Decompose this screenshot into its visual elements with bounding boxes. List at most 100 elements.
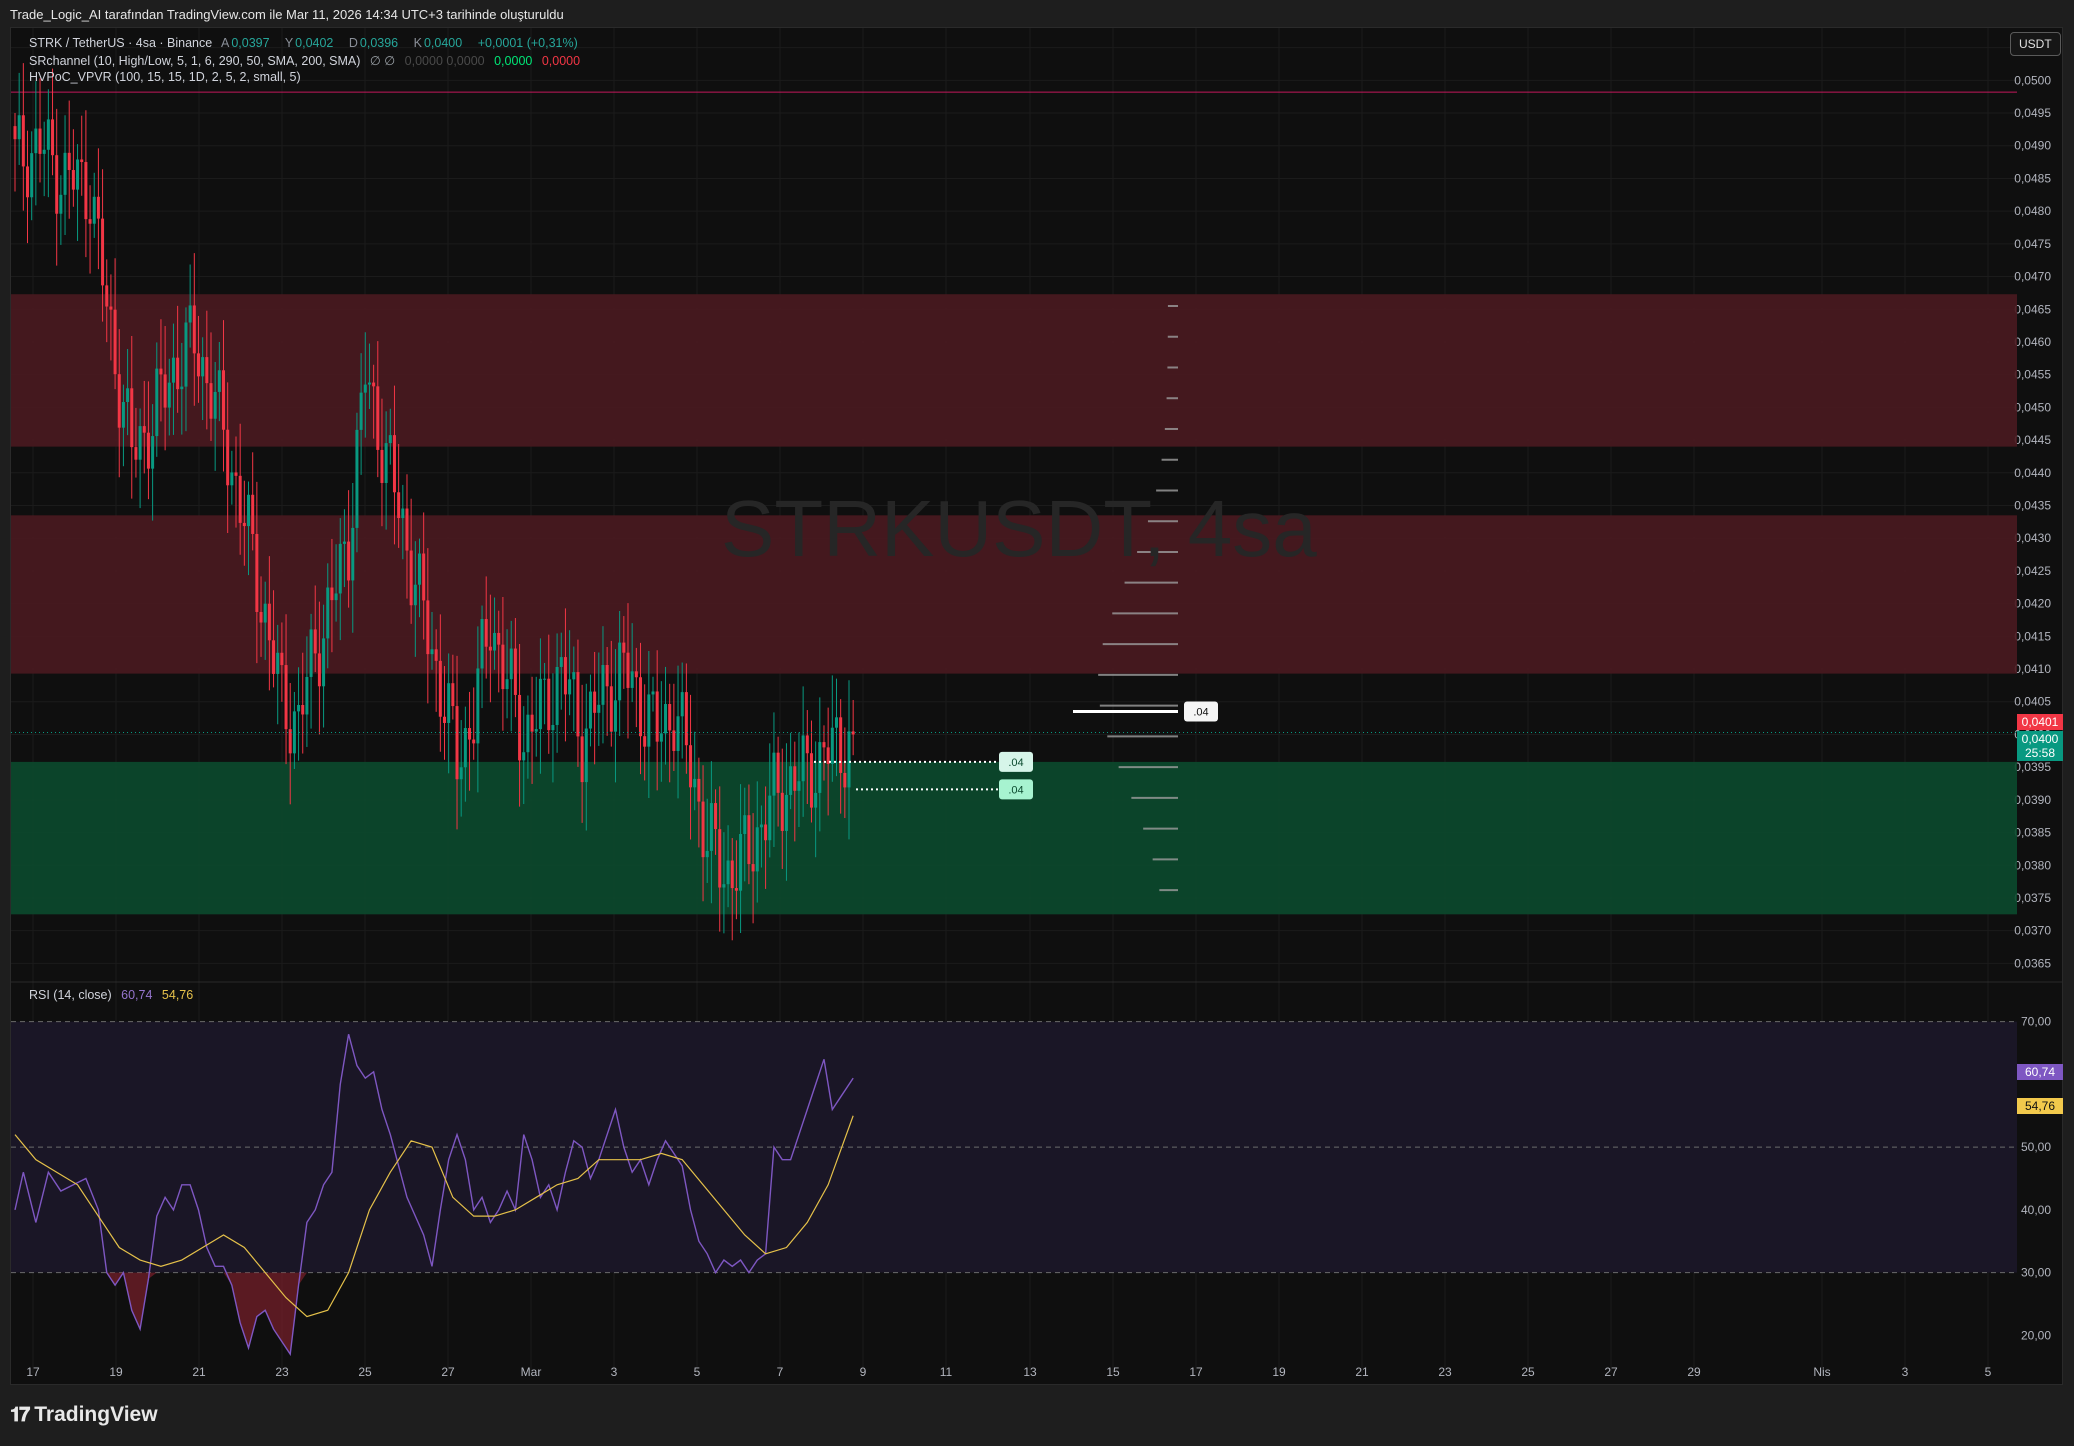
- price-tick-label: 0,0395: [2014, 760, 2051, 774]
- rsi-label[interactable]: RSI (14, close): [29, 988, 112, 1002]
- x-tick-label: 5: [694, 1365, 701, 1379]
- candle-body: [430, 649, 434, 655]
- candle-body: [280, 652, 284, 666]
- candle-body: [593, 691, 597, 713]
- candle-body: [17, 115, 21, 140]
- price-tick-label: 0,0460: [2014, 335, 2051, 349]
- candle-body: [559, 657, 563, 667]
- currency-button[interactable]: USDT: [2010, 32, 2061, 56]
- x-tick-label: 21: [1355, 1365, 1369, 1379]
- candle-body: [555, 666, 559, 725]
- candle-body: [434, 649, 438, 661]
- candle-body: [196, 353, 200, 377]
- candle-body: [409, 550, 413, 606]
- candle-body: [96, 196, 100, 219]
- candle-body: [705, 850, 709, 858]
- price-tick-label: 0,0480: [2014, 204, 2051, 218]
- candle-body: [526, 714, 530, 753]
- price-tick-label: 0,0370: [2014, 924, 2051, 938]
- candle-body: [322, 638, 326, 687]
- x-tick-label: 5: [1985, 1365, 1992, 1379]
- candle-body: [822, 742, 826, 748]
- hvpoc-legend[interactable]: HVPoC_VPVR (100, 15, 15, 1D, 2, 5, 2, sm…: [29, 70, 307, 84]
- candle-body: [234, 472, 238, 476]
- candle-body: [684, 692, 688, 746]
- candle-body: [34, 128, 38, 154]
- candle-body: [834, 717, 838, 728]
- candle-body: [109, 306, 113, 310]
- x-tick-label: 27: [441, 1365, 455, 1379]
- candle-body: [597, 704, 601, 713]
- candle-body: [21, 115, 25, 167]
- x-tick-label: 23: [1438, 1365, 1452, 1379]
- price-tick-label: 0,0390: [2014, 793, 2051, 807]
- tradingview-logo[interactable]: 𝟏𝟕 TradingView: [10, 1403, 158, 1427]
- candle-body: [80, 159, 84, 163]
- candle-body: [126, 388, 130, 403]
- candle-body: [192, 305, 196, 354]
- candle-body: [201, 357, 205, 377]
- candle-body: [839, 717, 843, 773]
- srchannel-label[interactable]: SRchannel (10, High/Low, 5, 1, 6, 290, 5…: [29, 54, 360, 68]
- candle-body: [547, 678, 551, 731]
- candle-body: [259, 611, 263, 623]
- candle-body: [13, 126, 17, 140]
- candle-body: [459, 767, 463, 780]
- srchannel-legend[interactable]: SRchannel (10, High/Low, 5, 1, 6, 290, 5…: [29, 53, 586, 68]
- candle-body: [88, 219, 92, 224]
- candle-body: [217, 370, 221, 392]
- chart-frame[interactable]: 17 19 21 23 25 27 Mar 3 5 7 9 11 13 15 17 19 21 23 25 27 29 N…: [10, 27, 2063, 1385]
- rsi-legend[interactable]: RSI (14, close) 60,74 54,76: [29, 988, 199, 1002]
- chart-canvas[interactable]: 17 19 21 23 25 27 Mar 3 5 7 9 11 13 15 17 19 21 23 25 27 29 N…: [11, 28, 2062, 1384]
- candle-body: [134, 447, 138, 460]
- x-tick-label: 15: [1106, 1365, 1120, 1379]
- candle-body: [121, 402, 125, 428]
- candle-body: [505, 679, 509, 690]
- candle-body: [380, 449, 384, 483]
- price-tick-label: 0,0385: [2014, 826, 2051, 840]
- candle-body: [851, 731, 855, 735]
- close-value: 0,0400: [423, 36, 463, 50]
- candle-body: [743, 815, 747, 834]
- candle-body: [55, 155, 59, 214]
- candle-body: [397, 492, 401, 519]
- price-tick-label: 0,0475: [2014, 237, 2051, 251]
- price-tick-label: 0,0365: [2014, 956, 2051, 970]
- rsi-value: 60,74: [121, 988, 153, 1002]
- candle-body: [426, 600, 430, 655]
- candle-body: [284, 665, 288, 730]
- price-tick-label: 0,0410: [2014, 662, 2051, 676]
- symbol-watermark: STRKUSDT, 4sa: [721, 484, 1317, 573]
- candle-body: [59, 194, 63, 214]
- x-tick-label: 19: [1272, 1365, 1286, 1379]
- candle-body: [659, 733, 663, 742]
- candle-body: [789, 766, 793, 795]
- candle-body: [63, 152, 67, 195]
- candle-body: [455, 706, 459, 780]
- candle-body: [751, 864, 755, 872]
- candle-body: [272, 640, 276, 674]
- x-tick-label: 11: [940, 1365, 953, 1379]
- candle-body: [180, 386, 184, 390]
- candle-body: [413, 584, 417, 606]
- candle-body: [576, 672, 580, 737]
- candle-body: [830, 727, 834, 764]
- symbol-label[interactable]: STRK / TetherUS · 4sa · Binance: [29, 36, 212, 50]
- candle-body: [622, 642, 626, 653]
- candle-body: [626, 652, 630, 688]
- candle-body: [480, 619, 484, 669]
- candle-body: [443, 716, 447, 723]
- hvpoc-label[interactable]: HVPoC_VPVR (100, 15, 15, 1D, 2, 5, 2, sm…: [29, 70, 301, 84]
- candle-body: [367, 382, 371, 385]
- price-tick-label: 0,0415: [2014, 629, 2051, 643]
- candle-body: [92, 196, 96, 224]
- candle-body: [205, 357, 209, 384]
- candle-body: [501, 644, 505, 690]
- candle-body: [26, 166, 30, 198]
- candle-body: [334, 593, 338, 601]
- candle-body: [613, 700, 617, 732]
- chart-attribution: Trade_Logic_AI tarafından TradingView.co…: [10, 7, 564, 22]
- candle-body: [563, 657, 567, 695]
- candle-body: [222, 370, 225, 430]
- candle-body: [238, 475, 242, 523]
